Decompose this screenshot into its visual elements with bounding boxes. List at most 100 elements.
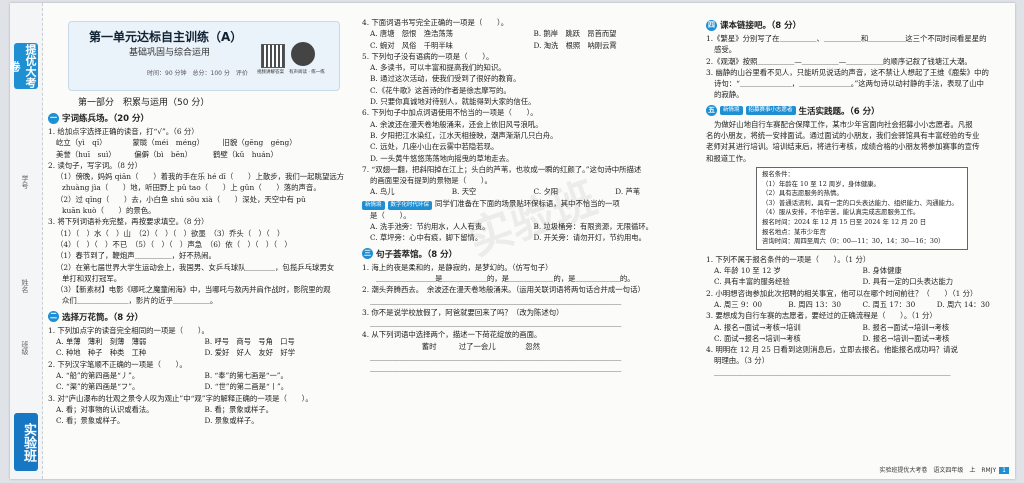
question-line: 名的小朋友，将统一安排面试。通过面试的小朋友，我们会驿馆具有丰富经验的专业: [706, 130, 1011, 141]
answer-options: C. 草坪旁：心中有痕，脚下留情。 D. 开关旁：请勿开灯，节约用电。: [362, 232, 697, 243]
question-line: 2. 潮头奔腾西去。 余波还在漫天卷地般涌来。（运用关联词语将两句话合并成一句话…: [362, 284, 697, 295]
answer-options: A. 看；对事物的认识或看法。 B. 看；景象或样子。: [48, 404, 353, 415]
question-text: 2. 小明想咨询参加此次招聘的相关事宜，他可以在哪个时间前往？（ ）（1 分）: [706, 288, 978, 298]
answer-option: C. 面试→报名→培训→考核: [714, 333, 801, 343]
question-line: 2. 下列汉字笔顺不正确的一项是（ ）。: [48, 359, 353, 370]
question-text: 为做好山地自行车赛配合保障工作，某市少年宫面向社会招募小小志愿者。凡报: [714, 119, 973, 129]
answer-option: A. 报名→面试→考核→培训: [714, 322, 801, 332]
question-text: 1. 下列加点字的读音完全相同的一项是（ ）。: [48, 325, 209, 335]
answer-option: D. 爱好 好人 友好 好学: [204, 348, 296, 358]
question-line: 1. 下列加点字的读音完全相同的一项是（ ）。: [48, 325, 353, 336]
question-line: C. 远处，几座小山在云雾中若隐若现。: [362, 141, 697, 152]
question-line: C.《花牛歌》这首诗的作者是徐志摩写的。: [362, 85, 697, 96]
question-line: B. 夕阳把江水染红，江水天相接映，潮声渐渐几只白舟。: [362, 130, 697, 141]
column-left: 第一单元达标自主训练（A） 基础巩固与综合运用 时间：90 分钟 总分：100 …: [48, 3, 353, 479]
answer-option: B. 天空: [451, 187, 477, 197]
question-text: 蓄时 过了一会儿 忽然: [370, 341, 540, 351]
qr-code-icon[interactable]: [261, 44, 285, 68]
answer-option: C. 夕阳: [533, 187, 559, 197]
answer-option: D. 报名→培训→面试→考核: [862, 333, 950, 343]
question-line: 3. 对“庐山瀑布的壮观之景令人叹为观止”中“观”字的解释正确的一项是（ ）。: [48, 393, 353, 404]
question-line: 和报道工作。: [706, 153, 1011, 164]
question-line: 3. 将下列词语补充完整，再按要求填空。（8 分）: [48, 216, 353, 227]
question-text: （2）过 qǐng（ ）去，小白鱼 shú sǒu xià（ ）深处，天空中有 …: [56, 194, 306, 204]
answer-options: C. “渠”的第四画是“フ”。 D. “世”的第二画是“丨”。: [48, 381, 353, 392]
question-text: 美誉（huī suì） 偏僻（bì bēn） 鹤壁（kǔ huán）: [56, 149, 278, 159]
question-text: （1）春节到了，鞭炮声＿＿＿＿＿，好不热闹。: [56, 251, 216, 261]
answer-option: D. “世”的第二画是“丨”。: [204, 382, 289, 392]
question-line: 新情境 数字化时代环保 同学们准备在下面的场景贴环保标语，其中不恰当的一项: [362, 198, 697, 210]
question-line: 2. 小明想咨询参加此次招聘的相关事宜，他可以在哪个时间前往？（ ）（1 分）: [706, 288, 1011, 299]
answer-options: A. 洗手池旁：节约用水，人人有责。 B. 垃圾桶旁：有限资源，无限循环。: [362, 221, 697, 232]
spine-field-name: 姓名: [21, 279, 29, 293]
question-line: 4. 下面词语书写完全正确的一项是（ ）。: [362, 17, 697, 28]
question-line: ＿＿＿＿＿＿＿＿＿＿＿＿＿＿＿＿＿＿＿＿＿＿＿＿＿＿＿＿＿＿＿＿＿＿: [362, 352, 697, 363]
question-line: 1. 下列不属于报名条件的一项是（ ）。（1 分）: [706, 254, 1011, 265]
question-line: 众们＿＿＿＿＿＿＿，影片的近乎＿＿＿＿＿。: [48, 295, 353, 306]
question-text: ＿＿＿＿＿＿＿＿＿＿＿＿＿＿＿＿＿＿＿＿＿＿＿＿＿＿＿＿＿＿＿＿＿＿: [370, 353, 622, 363]
question-line: ＿＿＿＿＿＿＿＿＿＿＿＿＿＿＿＿＿＿＿＿＿＿＿＿＿＿＿＿＿＿＿＿＿＿: [362, 296, 697, 307]
question-text: 单打和双打冠军。: [62, 273, 122, 283]
answer-options: A. 报名→面试→考核→培训 B. 报名→面试→培训→考核: [706, 322, 1011, 333]
question-text: C.《花牛歌》这首诗的作者是徐志摩写的。: [370, 85, 511, 95]
question-text: 1. 海上的夜是柔和的，是静寂的，是梦幻的。（仿写句子）: [362, 262, 553, 272]
page-subtitle: 基础巩固与综合运用: [129, 48, 211, 58]
answer-option: C. 具有丰富的服务经验: [714, 277, 790, 287]
answer-option: A. 洗手池旁：节约用水，人人有责。: [370, 222, 490, 232]
answer-option: D. 淘洗 根照 呐刚云霄: [533, 40, 617, 50]
question-line: 4. 从下列词语中选择两个，描述一下荷花绽放的画面。: [362, 329, 697, 340]
question-text: 感受。: [714, 45, 737, 55]
notice-line: 报名地点：某市少年宫: [762, 227, 826, 236]
question-line: A. 余波还在漫天卷地般涌来，还会上依旧风号浪吼。: [362, 119, 697, 130]
answer-option: C. “渠”的第四画是“フ”。: [56, 382, 140, 392]
section-heading: 三句子荟萃馆。（8 分）: [362, 248, 697, 260]
section-number-badge: 三: [362, 248, 373, 260]
answer-option: B. 呼号 商号 号角 口号: [204, 337, 295, 347]
question-text: 4. 下面词语书写完全正确的一项是（ ）。: [362, 18, 509, 27]
answer-option: C. 周五 17：30: [862, 299, 916, 309]
question-line: 3. 幽静的山谷里看不见人，只能听见说话的声音，这不禁让人想起了王维《鹿柴》中的: [706, 67, 1011, 78]
question-text: A. 余波还在漫天卷地般涌来，还会上依旧风号浪吼。: [370, 119, 543, 129]
question-line: zhuàng jìa（ ）地，听田野上 pǔ tao（ ）上 gǔn（ ）落的声…: [48, 182, 353, 193]
question-line: 1.《繁星》分别写了在＿＿＿＿＿、＿＿＿＿＿和＿＿＿＿＿这三个不同时间看星星的: [706, 33, 1011, 44]
question-text: 1. 下列不属于报名条件的一项是（ ）。（1 分）: [706, 254, 871, 264]
answer-options: A. 单薄 薄利 刻薄 薄弱 B. 呼号 商号 号角 口号: [48, 336, 353, 347]
question-text: B. 夕阳把江水染红，江水天相接映，潮声渐渐几只白舟。: [370, 130, 558, 140]
context-tag: 新情境: [720, 106, 743, 116]
answer-option: B. “奉”的第七画是“一”。: [204, 370, 288, 380]
answer-option: A. “船”的第四画是“丿”。: [56, 370, 140, 380]
audio-qr-icon[interactable]: [291, 42, 315, 66]
page-footer: 实验班提优大考卷 语文四年级 上 RMJY 1: [879, 465, 1009, 474]
answer-option: A. 单薄 薄利 刻薄 薄弱: [56, 337, 147, 347]
notice-line: 报名条件：: [762, 169, 794, 178]
question-text: 6. 下列句子中加点词语使用不恰当的一项是（ ）。: [362, 108, 538, 118]
question-line: 是（ ）。: [362, 210, 697, 221]
question-text: 3. 对“庐山瀑布的壮观之景令人叹为观止”中“观”字的解释正确的一项是（ ）。: [48, 393, 313, 403]
qr-caption: 视频讲解答案: [257, 70, 284, 75]
answer-option: B. 身体健康: [862, 266, 902, 276]
page-title: 第一单元达标自主训练（A）: [89, 30, 243, 44]
question-line: D. 一头黄牛悠悠荡荡地向摇曳的草地走去。: [362, 153, 697, 164]
question-text: （1）傍晚，妈妈 qiān（ ）着我的手在乐 hé dī（ ）上散步，我们一起眺…: [56, 172, 345, 182]
question-line: 明理由。（3 分）: [706, 355, 1011, 366]
question-line: 1. 给加点字选择正确的读音，打“√”。（6 分）: [48, 126, 353, 137]
answer-option: C. 种地 种子 种类 工种: [56, 348, 147, 358]
answer-option: B. 鹅岸 跳跃 昂首而望: [533, 29, 617, 39]
question-text: 老师对其进行培训。培训结束后，将进行考核，成绩合格的小朋友将参加赛事的宣传: [706, 142, 980, 152]
question-line: （2）在第七届世界大学生运动会上，我国男、女乒乓球队＿＿＿＿，包揽乒乓球男女: [48, 262, 353, 273]
answer-option: D. 景象或样子。: [204, 416, 259, 426]
question-text: B. 通过这次活动，使我们受到了很好的教育。: [370, 74, 521, 84]
question-text: 3. 要想成为自行车赛的志愿者，要经过的正确流程是（ ）。（1 分）: [706, 311, 937, 321]
answer-options: A. 鸟儿 B. 天空 C. 夕阳 D. 芦苇: [362, 186, 697, 197]
question-line: 感受。: [706, 44, 1011, 55]
question-line: 屹立（yì qǐ） 蒙眬（méi méng） 旧貌（gēng géng）: [48, 137, 353, 148]
answer-option: A. 看；对事物的认识或看法。: [56, 404, 154, 414]
answer-option: A. 唐塘 怨恨 渔浩荡荡: [370, 29, 453, 39]
notice-box: 报名条件： （1）年龄在 10 至 12 周岁，身体健康。 （2）具有志愿服务的热情…: [756, 166, 968, 250]
question-text: 3. 你不是说学校放假了，阿爸就要回来了吗？（改为陈述句）: [362, 307, 564, 317]
question-text: 2.《观潮》按照＿＿＿＿＿—＿＿＿＿＿—＿＿＿＿＿的顺序记叙了钱塘江大潮。: [706, 56, 972, 66]
question-text: 众们＿＿＿＿＿＿＿，影片的近乎＿＿＿＿＿。: [62, 296, 218, 306]
section-title: 选择万花筒。（8 分）: [62, 312, 144, 323]
page-number: 1: [999, 467, 1009, 474]
topic-tag: 数字化时代环保: [387, 200, 433, 210]
